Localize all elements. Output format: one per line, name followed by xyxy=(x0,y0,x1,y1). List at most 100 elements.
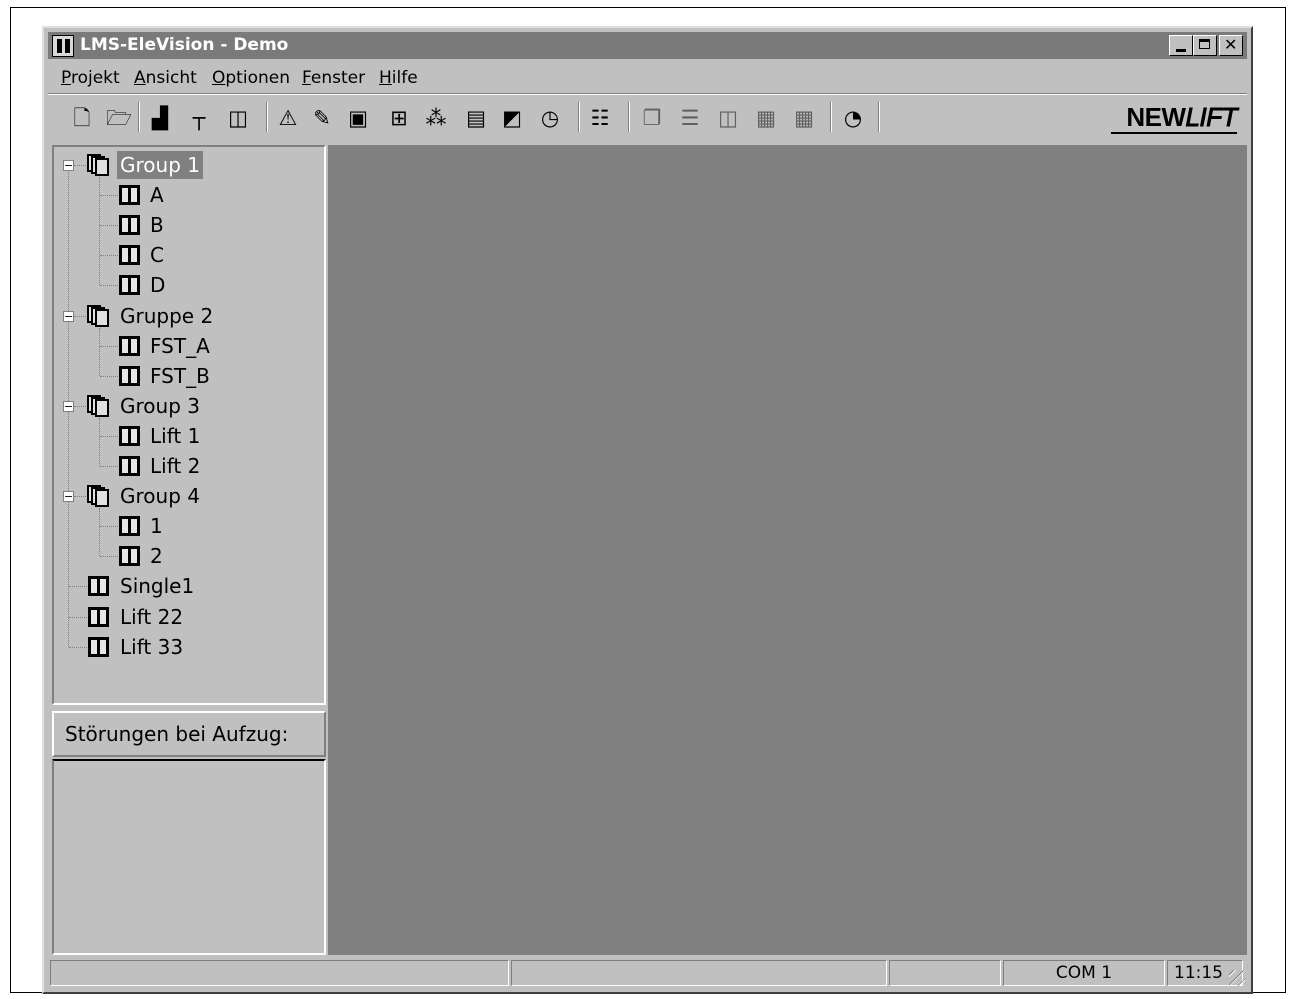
tree-line xyxy=(100,466,118,467)
grid-icon[interactable]: ⊞ xyxy=(387,106,411,130)
tree-line xyxy=(100,285,118,287)
faults-header: Störungen bei Aufzug: xyxy=(52,711,326,757)
collapse-toggle[interactable]: − xyxy=(63,160,74,171)
maximize-button[interactable] xyxy=(1193,35,1217,56)
menu-fenster[interactable]: Fenster xyxy=(302,68,365,88)
tree-item-label[interactable]: C xyxy=(147,241,167,269)
tree-item-label[interactable]: B xyxy=(147,211,167,239)
elevator-icon xyxy=(119,245,140,266)
timer-icon[interactable]: ◔ xyxy=(841,106,865,130)
toolbar-separator xyxy=(878,102,880,132)
elevator-icon[interactable]: ◫ xyxy=(226,106,250,130)
tree-item-label[interactable]: FST_A xyxy=(147,332,213,360)
tree-line xyxy=(100,375,118,377)
toolbar-separator xyxy=(578,102,580,132)
bar-chart-icon[interactable]: ▟ xyxy=(148,106,172,130)
status-pane-3 xyxy=(889,960,1001,986)
menu-ansicht[interactable]: Ansicht xyxy=(134,68,197,88)
status-bar: COM 1 11:15 xyxy=(48,959,1247,989)
toolbar-separator xyxy=(266,102,268,132)
tree-line xyxy=(100,195,118,197)
tree-line xyxy=(74,405,86,407)
tree-view-icon[interactable]: ☷ xyxy=(588,106,612,130)
elevator-icon xyxy=(119,335,140,356)
toolbar-separator xyxy=(138,102,140,132)
tree-line xyxy=(74,165,86,166)
view1-icon[interactable]: ▦ xyxy=(754,106,778,130)
tree-group-label[interactable]: Group 4 xyxy=(117,482,203,510)
newlift-logo: NEWLIFT xyxy=(1126,102,1238,133)
elevator-icon xyxy=(119,425,140,446)
save-icon[interactable]: ▤ xyxy=(464,106,488,130)
minimize-icon xyxy=(1176,49,1186,52)
tree-item-label[interactable]: A xyxy=(147,181,167,209)
elevator-icon xyxy=(119,215,140,236)
tree-item-label[interactable]: 1 xyxy=(147,512,166,540)
mdi-workspace[interactable] xyxy=(328,145,1247,955)
tile-vertical-icon[interactable]: ◫ xyxy=(716,106,740,130)
collapse-toggle[interactable]: − xyxy=(63,491,74,503)
group-icon xyxy=(87,304,111,327)
tree-item-label[interactable]: Lift 1 xyxy=(147,422,203,450)
resize-grip[interactable] xyxy=(1229,970,1245,986)
tree-line xyxy=(100,526,118,528)
tree-item-label[interactable]: D xyxy=(147,271,168,299)
tree-group-label[interactable]: Group 1 xyxy=(117,151,203,179)
menu-optionen[interactable]: Optionen xyxy=(212,68,290,88)
tree-line xyxy=(100,225,118,227)
tree-line xyxy=(99,508,100,557)
elevator-icon xyxy=(119,516,140,537)
tree-item-label[interactable]: FST_B xyxy=(147,362,213,390)
warning-icon[interactable]: ⚠ xyxy=(276,106,300,130)
status-pane-1 xyxy=(50,960,509,986)
tree-line xyxy=(99,327,100,376)
tree-item-label[interactable]: Lift 22 xyxy=(117,603,186,631)
collapse-toggle[interactable]: − xyxy=(63,400,74,412)
tree-group-label[interactable]: Group 3 xyxy=(117,392,203,420)
faults-list[interactable] xyxy=(52,759,326,955)
group-icon xyxy=(87,154,111,176)
tree-line xyxy=(99,177,100,286)
collapse-toggle[interactable]: − xyxy=(63,310,74,322)
tree-line xyxy=(74,496,86,498)
menu-projekt[interactable]: Projekt xyxy=(61,68,120,88)
app-icon[interactable] xyxy=(52,35,74,57)
window-controls: ✕ xyxy=(1169,35,1243,56)
tree-line xyxy=(69,586,87,588)
tree-line xyxy=(69,616,87,618)
cascade-windows-icon[interactable]: ❐ xyxy=(640,106,664,130)
group-icon xyxy=(87,485,111,508)
toolbar-separator xyxy=(628,102,630,132)
clock-icon[interactable]: ◷ xyxy=(538,106,562,130)
status-port: COM 1 xyxy=(1003,960,1165,986)
tile-horizontal-icon[interactable]: ☰ xyxy=(678,106,702,130)
menu-hilfe[interactable]: Hilfe xyxy=(379,68,418,88)
hierarchy-icon[interactable]: ┬ xyxy=(187,106,211,130)
tree-line xyxy=(100,556,118,558)
toolbar-separator xyxy=(830,102,832,132)
tree-item-label[interactable]: Single1 xyxy=(117,572,197,600)
project-tree[interactable]: − Group 1 A B C D − Gruppe 2 FST_A FST_B − Group 3L… xyxy=(52,145,326,705)
open-folder-icon[interactable]: 🗁 xyxy=(106,106,132,130)
frame-icon[interactable]: ▣ xyxy=(346,106,370,130)
network-icon[interactable]: ⁂ xyxy=(424,106,448,130)
view2-icon[interactable]: ▦ xyxy=(792,106,816,130)
tree-group-label[interactable]: Gruppe 2 xyxy=(117,302,216,330)
new-file-icon[interactable]: 🗋 xyxy=(70,106,94,130)
tree-line xyxy=(100,345,118,347)
elevator-icon xyxy=(119,456,140,476)
tree-item-label[interactable]: 2 xyxy=(147,542,166,570)
logo-underline xyxy=(1111,132,1237,134)
menu-bar: Projekt Ansicht Optionen Fenster Hilfe xyxy=(48,63,1247,95)
minimize-button[interactable] xyxy=(1169,35,1193,56)
title-bar[interactable]: LMS-EleVision - Demo ✕ xyxy=(48,32,1247,59)
display-icon[interactable]: ◩ xyxy=(500,106,524,130)
tree-item-label[interactable]: Lift 33 xyxy=(117,633,186,661)
menu-separator xyxy=(48,93,1247,95)
tree-line xyxy=(69,646,87,648)
window-title: LMS-EleVision - Demo xyxy=(80,35,289,55)
tools-icon[interactable]: ✎ xyxy=(310,106,334,130)
close-button[interactable]: ✕ xyxy=(1219,35,1243,56)
main-window: LMS-EleVision - Demo ✕ Projekt Ansicht O… xyxy=(42,26,1253,994)
tree-item-label[interactable]: Lift 2 xyxy=(147,452,203,480)
